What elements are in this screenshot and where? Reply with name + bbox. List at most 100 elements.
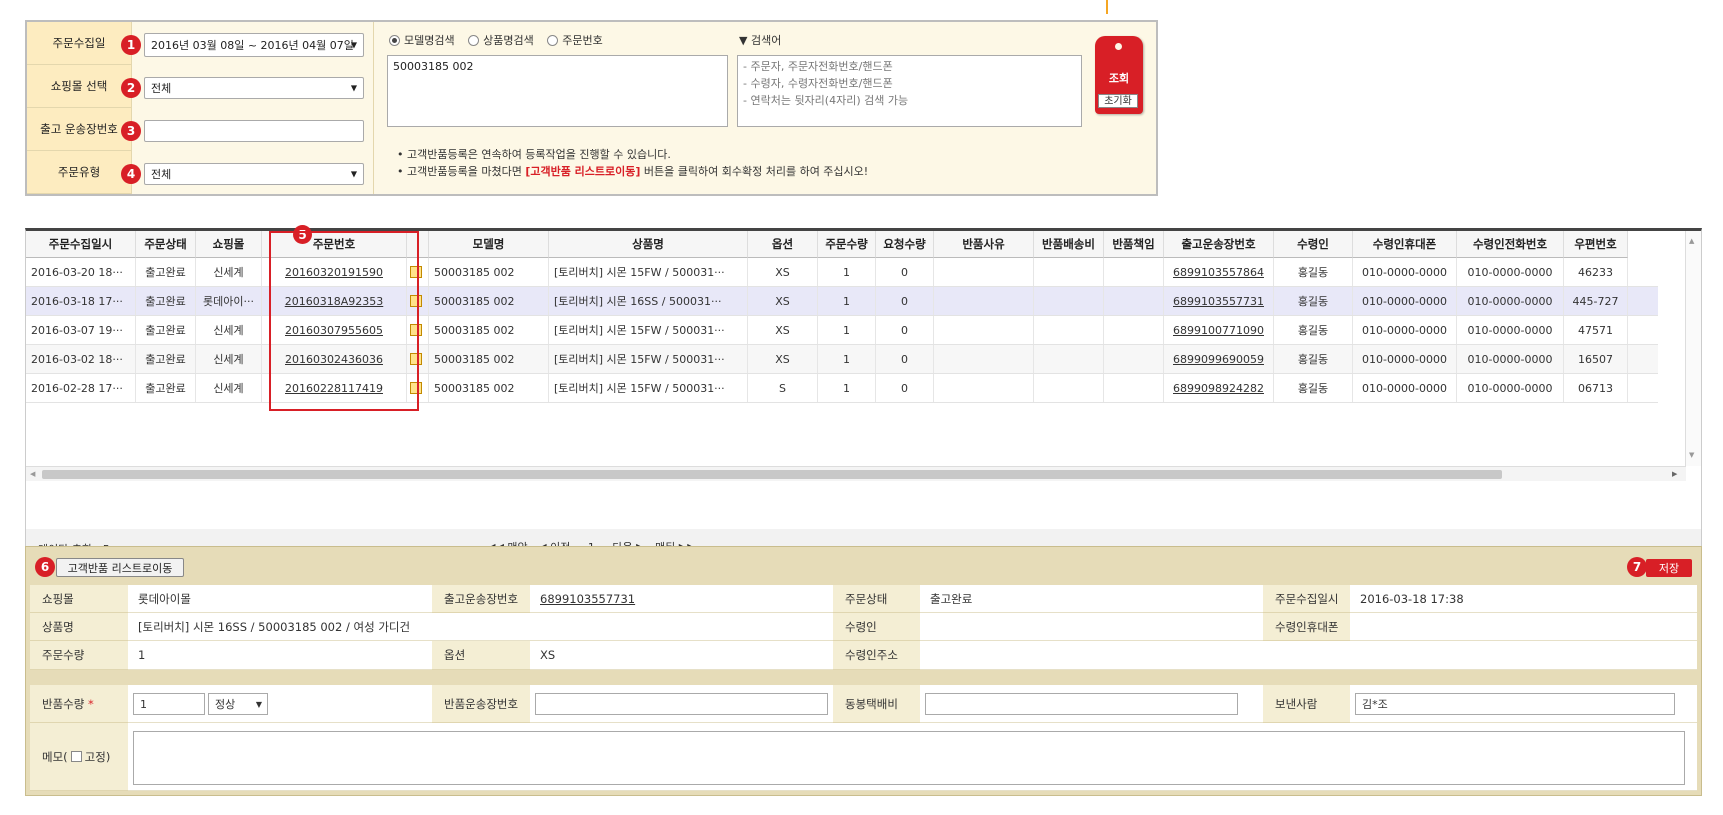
cell-zipcode: 47571 — [1564, 316, 1628, 344]
cell-mall: 신세계 — [196, 316, 262, 344]
tag-hole-icon — [1115, 43, 1122, 50]
badge-6: 6 — [35, 557, 55, 577]
col-header-recipient-phone[interactable]: 수령인전화번호 — [1457, 231, 1564, 258]
reset-button[interactable]: 초기화 — [1098, 94, 1138, 108]
cell-return-resp — [1104, 258, 1164, 286]
order-date-label-text: 주문수집일 — [52, 36, 106, 50]
cell-waybill[interactable]: 6899098924282 — [1164, 374, 1274, 402]
cell-return-fee — [1034, 316, 1104, 344]
col-header-model[interactable]: 모델명 — [429, 231, 549, 258]
list-move-button[interactable]: 고객반품 리스트로이동 — [56, 558, 184, 577]
cell-product: [토리버치] 시몬 15FW / 500031··· — [549, 258, 748, 286]
cell-text: 0 — [901, 352, 908, 366]
cell-recipient-mobile: 010-0000-0000 — [1353, 316, 1457, 344]
return-waybill-input[interactable] — [535, 693, 828, 715]
cell-text: 0 — [901, 294, 908, 308]
col-header-zipcode[interactable]: 우편번호 — [1564, 231, 1628, 258]
badge-1: 1 — [121, 35, 141, 55]
order-date-select[interactable]: 2016년 03월 08일 ~ 2016년 04월 07일 ▼ — [144, 33, 364, 57]
cell-text: S — [779, 381, 786, 395]
cell-text: 2016-03-20 18··· — [31, 265, 123, 279]
cell-text: XS — [775, 323, 790, 337]
product-label: 상품명 — [30, 613, 128, 641]
note-2-post: 버튼을 클릭하여 회수확정 처리를 하여 주십시오! — [640, 165, 869, 178]
cell-waybill[interactable]: 6899100771090 — [1164, 316, 1274, 344]
mall-label-text: 쇼핑몰 선택 — [50, 79, 108, 93]
qty-value: 1 — [128, 641, 432, 670]
info-table: 쇼핑몰 롯데아이몰 출고운송장번호 6899103557731 주문상태 출고완… — [30, 585, 1697, 673]
return-waybill-label: 반품운송장번호 — [432, 685, 530, 723]
col-header-mall[interactable]: 쇼핑몰 — [196, 231, 262, 258]
fee-input[interactable] — [925, 693, 1238, 715]
col-header-order-date[interactable]: 주문수집일시 — [26, 231, 136, 258]
cell-mall: 롯데아이··· — [196, 287, 262, 315]
cell-order-status: 출고완료 — [136, 345, 196, 373]
triangle-down-icon: ▼ — [739, 34, 751, 47]
panel-divider — [373, 22, 374, 194]
search-tag-button[interactable]: 조회 초기화 — [1095, 36, 1143, 114]
mobile-label: 수령인휴대폰 — [1263, 613, 1350, 641]
cell-text: 16507 — [1578, 352, 1613, 366]
cell-waybill[interactable]: 6899103557864 — [1164, 258, 1274, 286]
scroll-left-icon[interactable]: ◀ — [30, 470, 35, 478]
waybill-label: 출고운송장번호 — [432, 585, 530, 613]
order-date-label: 주문수집일 — [27, 22, 132, 65]
col-header-return-resp[interactable]: 반품책임 — [1104, 231, 1164, 258]
cell-waybill[interactable]: 6899103557731 — [1164, 287, 1274, 315]
waybill-value[interactable]: 6899103557731 — [540, 592, 635, 606]
order-grid: 주문수집일시 주문상태 쇼핑몰 주문번호 모델명 상품명 옵션 주문수량 요청수량 반품사유 반품배… — [25, 225, 1702, 529]
col-header-waybill[interactable]: 출고운송장번호 — [1164, 231, 1274, 258]
cell-recipient: 홍길동 — [1274, 345, 1353, 373]
waybill-input[interactable] — [144, 120, 364, 142]
cell-return-resp — [1104, 374, 1164, 402]
col-header-option[interactable]: 옵션 — [748, 231, 818, 258]
memo-fixed-checkbox[interactable] — [70, 751, 82, 762]
cell-text: 010-0000-0000 — [1362, 294, 1447, 308]
vertical-scrollbar[interactable]: ▲ ▼ — [1685, 231, 1701, 466]
badge-2: 2 — [121, 78, 141, 98]
col-header-request-qty[interactable]: 요청수량 — [876, 231, 934, 258]
radio-model[interactable]: 모델명검색 — [389, 32, 455, 48]
cell-text: 홍길동 — [1297, 295, 1329, 308]
col-header-order-qty[interactable]: 주문수량 — [818, 231, 876, 258]
mall-value: 롯데아이몰 — [128, 585, 432, 613]
cell-return-reason — [934, 316, 1034, 344]
save-button[interactable]: 저장 — [1646, 559, 1692, 577]
cell-order-status: 출고완료 — [136, 258, 196, 286]
memo-textarea[interactable] — [133, 731, 1685, 785]
badge-7: 7 — [1627, 557, 1647, 577]
col-header-return-reason[interactable]: 반품사유 — [934, 231, 1034, 258]
keyword-textarea[interactable]: - 주문자, 주문자전화번호/핸드폰 - 수령자, 수령자전화번호/핸드폰 - … — [737, 55, 1082, 127]
radio-order-no[interactable]: 주문번호 — [547, 32, 603, 48]
cell-option: S — [748, 374, 818, 402]
keyword-hint: - 연락처는 뒷자리(4자리) 검색 가능 — [743, 94, 909, 107]
cell-return-reason — [934, 287, 1034, 315]
order-type-select[interactable]: 전체 ▼ — [144, 163, 364, 185]
cell-text: 신세계 — [213, 324, 244, 337]
cell-request-qty: 0 — [876, 374, 934, 402]
horizontal-scrollbar[interactable]: ◀ ▶ — [26, 466, 1686, 481]
col-header-order-status[interactable]: 주문상태 — [136, 231, 196, 258]
col-header-recipient[interactable]: 수령인 — [1274, 231, 1353, 258]
scroll-thumb[interactable] — [42, 470, 1502, 479]
scroll-down-icon[interactable]: ▼ — [1689, 451, 1694, 459]
query-textarea[interactable]: 50003185 002 — [387, 55, 728, 127]
col-header-return-fee[interactable]: 반품배송비 — [1034, 231, 1104, 258]
scroll-right-icon[interactable]: ▶ — [1672, 470, 1677, 478]
return-state-select[interactable]: 정상 ▼ — [208, 693, 268, 715]
cell-text: 6899103557864 — [1173, 265, 1264, 279]
mall-value: 전체 — [151, 82, 172, 95]
scroll-up-icon[interactable]: ▲ — [1689, 237, 1694, 245]
col-header-recipient-mobile[interactable]: 수령인휴대폰 — [1353, 231, 1457, 258]
mall-select[interactable]: 전체 ▼ — [144, 77, 364, 99]
sender-input[interactable]: 김*조 — [1355, 693, 1675, 715]
radio-product[interactable]: 상품명검색 — [468, 32, 534, 48]
return-qty-input[interactable]: 1 — [133, 693, 205, 715]
cell-order-qty: 1 — [818, 316, 876, 344]
col-header-product[interactable]: 상품명 — [549, 231, 748, 258]
cell-mall: 신세계 — [196, 258, 262, 286]
cell-text: 홍길동 — [1297, 382, 1329, 395]
cell-text: 신세계 — [213, 382, 244, 395]
cell-text: 50003185 002 — [434, 381, 515, 395]
cell-waybill[interactable]: 6899099690059 — [1164, 345, 1274, 373]
